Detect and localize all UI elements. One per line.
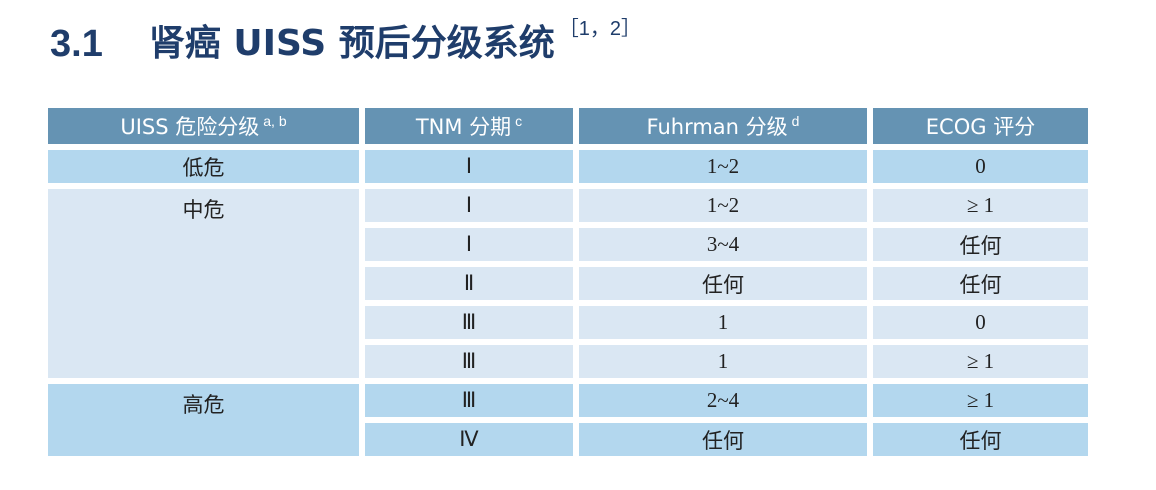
header-tnm-stage: TNM 分期 c bbox=[365, 108, 573, 144]
table-row: 高危 Ⅲ 2~4 ≥ 1 bbox=[48, 384, 1088, 456]
ecog-cell: ≥ 1 bbox=[873, 189, 1088, 222]
tnm-cell: Ⅱ bbox=[365, 267, 573, 300]
section-title: 肾癌 UISS 预后分级系统 bbox=[148, 23, 555, 64]
table-row: 中危 Ⅰ 1~2 ≥ 1 bbox=[48, 189, 1088, 378]
tnm-cell: Ⅰ bbox=[365, 228, 573, 261]
risk-cell-low: 低危 bbox=[48, 150, 359, 183]
tnm-cell: Ⅰ bbox=[365, 150, 573, 183]
table-header-row: UISS 危险分级 a, b TNM 分期 c Fuhrman 分级 d ECOG 评… bbox=[48, 108, 1088, 144]
tnm-cell: Ⅲ bbox=[365, 345, 573, 378]
fuhrman-cell: 1~2 bbox=[579, 150, 867, 183]
section-reference: ［1，2］ bbox=[558, 18, 642, 40]
header-fuhrman-grade-sup: d bbox=[791, 113, 800, 129]
risk-cell-high: 高危 bbox=[48, 384, 359, 456]
ecog-cell: ≥ 1 bbox=[873, 384, 1088, 417]
fuhrman-cell: 3~4 bbox=[579, 228, 867, 261]
tnm-cell: Ⅰ bbox=[365, 189, 573, 222]
header-uiss-risk-sup: a, b bbox=[263, 113, 287, 129]
fuhrman-cell: 任何 bbox=[579, 423, 867, 456]
tnm-cell: Ⅲ bbox=[365, 384, 573, 417]
header-tnm-stage-sup: c bbox=[515, 113, 523, 129]
ecog-cell: 任何 bbox=[873, 267, 1088, 300]
fuhrman-cell: 2~4 bbox=[579, 384, 867, 417]
tnm-cell: Ⅳ bbox=[365, 423, 573, 456]
section-heading: 3.1 肾癌 UISS 预后分级系统 ［1，2］ bbox=[50, 14, 641, 74]
section-number: 3.1 bbox=[50, 23, 103, 65]
fuhrman-cell: 1 bbox=[579, 306, 867, 339]
ecog-cell: 任何 bbox=[873, 228, 1088, 261]
uiss-table: UISS 危险分级 a, b TNM 分期 c Fuhrman 分级 d ECOG 评… bbox=[42, 102, 1094, 462]
ecog-cell: 0 bbox=[873, 306, 1088, 339]
ecog-cell: ≥ 1 bbox=[873, 345, 1088, 378]
risk-cell-intermediate: 中危 bbox=[48, 189, 359, 378]
header-uiss-risk: UISS 危险分级 a, b bbox=[48, 108, 359, 144]
fuhrman-cell: 1 bbox=[579, 345, 867, 378]
header-fuhrman-grade: Fuhrman 分级 d bbox=[579, 108, 867, 144]
header-ecog-score: ECOG 评分 bbox=[873, 108, 1088, 144]
ecog-cell: 任何 bbox=[873, 423, 1088, 456]
ecog-cell: 0 bbox=[873, 150, 1088, 183]
tnm-cell: Ⅲ bbox=[365, 306, 573, 339]
fuhrman-cell: 1~2 bbox=[579, 189, 867, 222]
table-row: 低危 Ⅰ 1~2 0 bbox=[48, 150, 1088, 183]
fuhrman-cell: 任何 bbox=[579, 267, 867, 300]
